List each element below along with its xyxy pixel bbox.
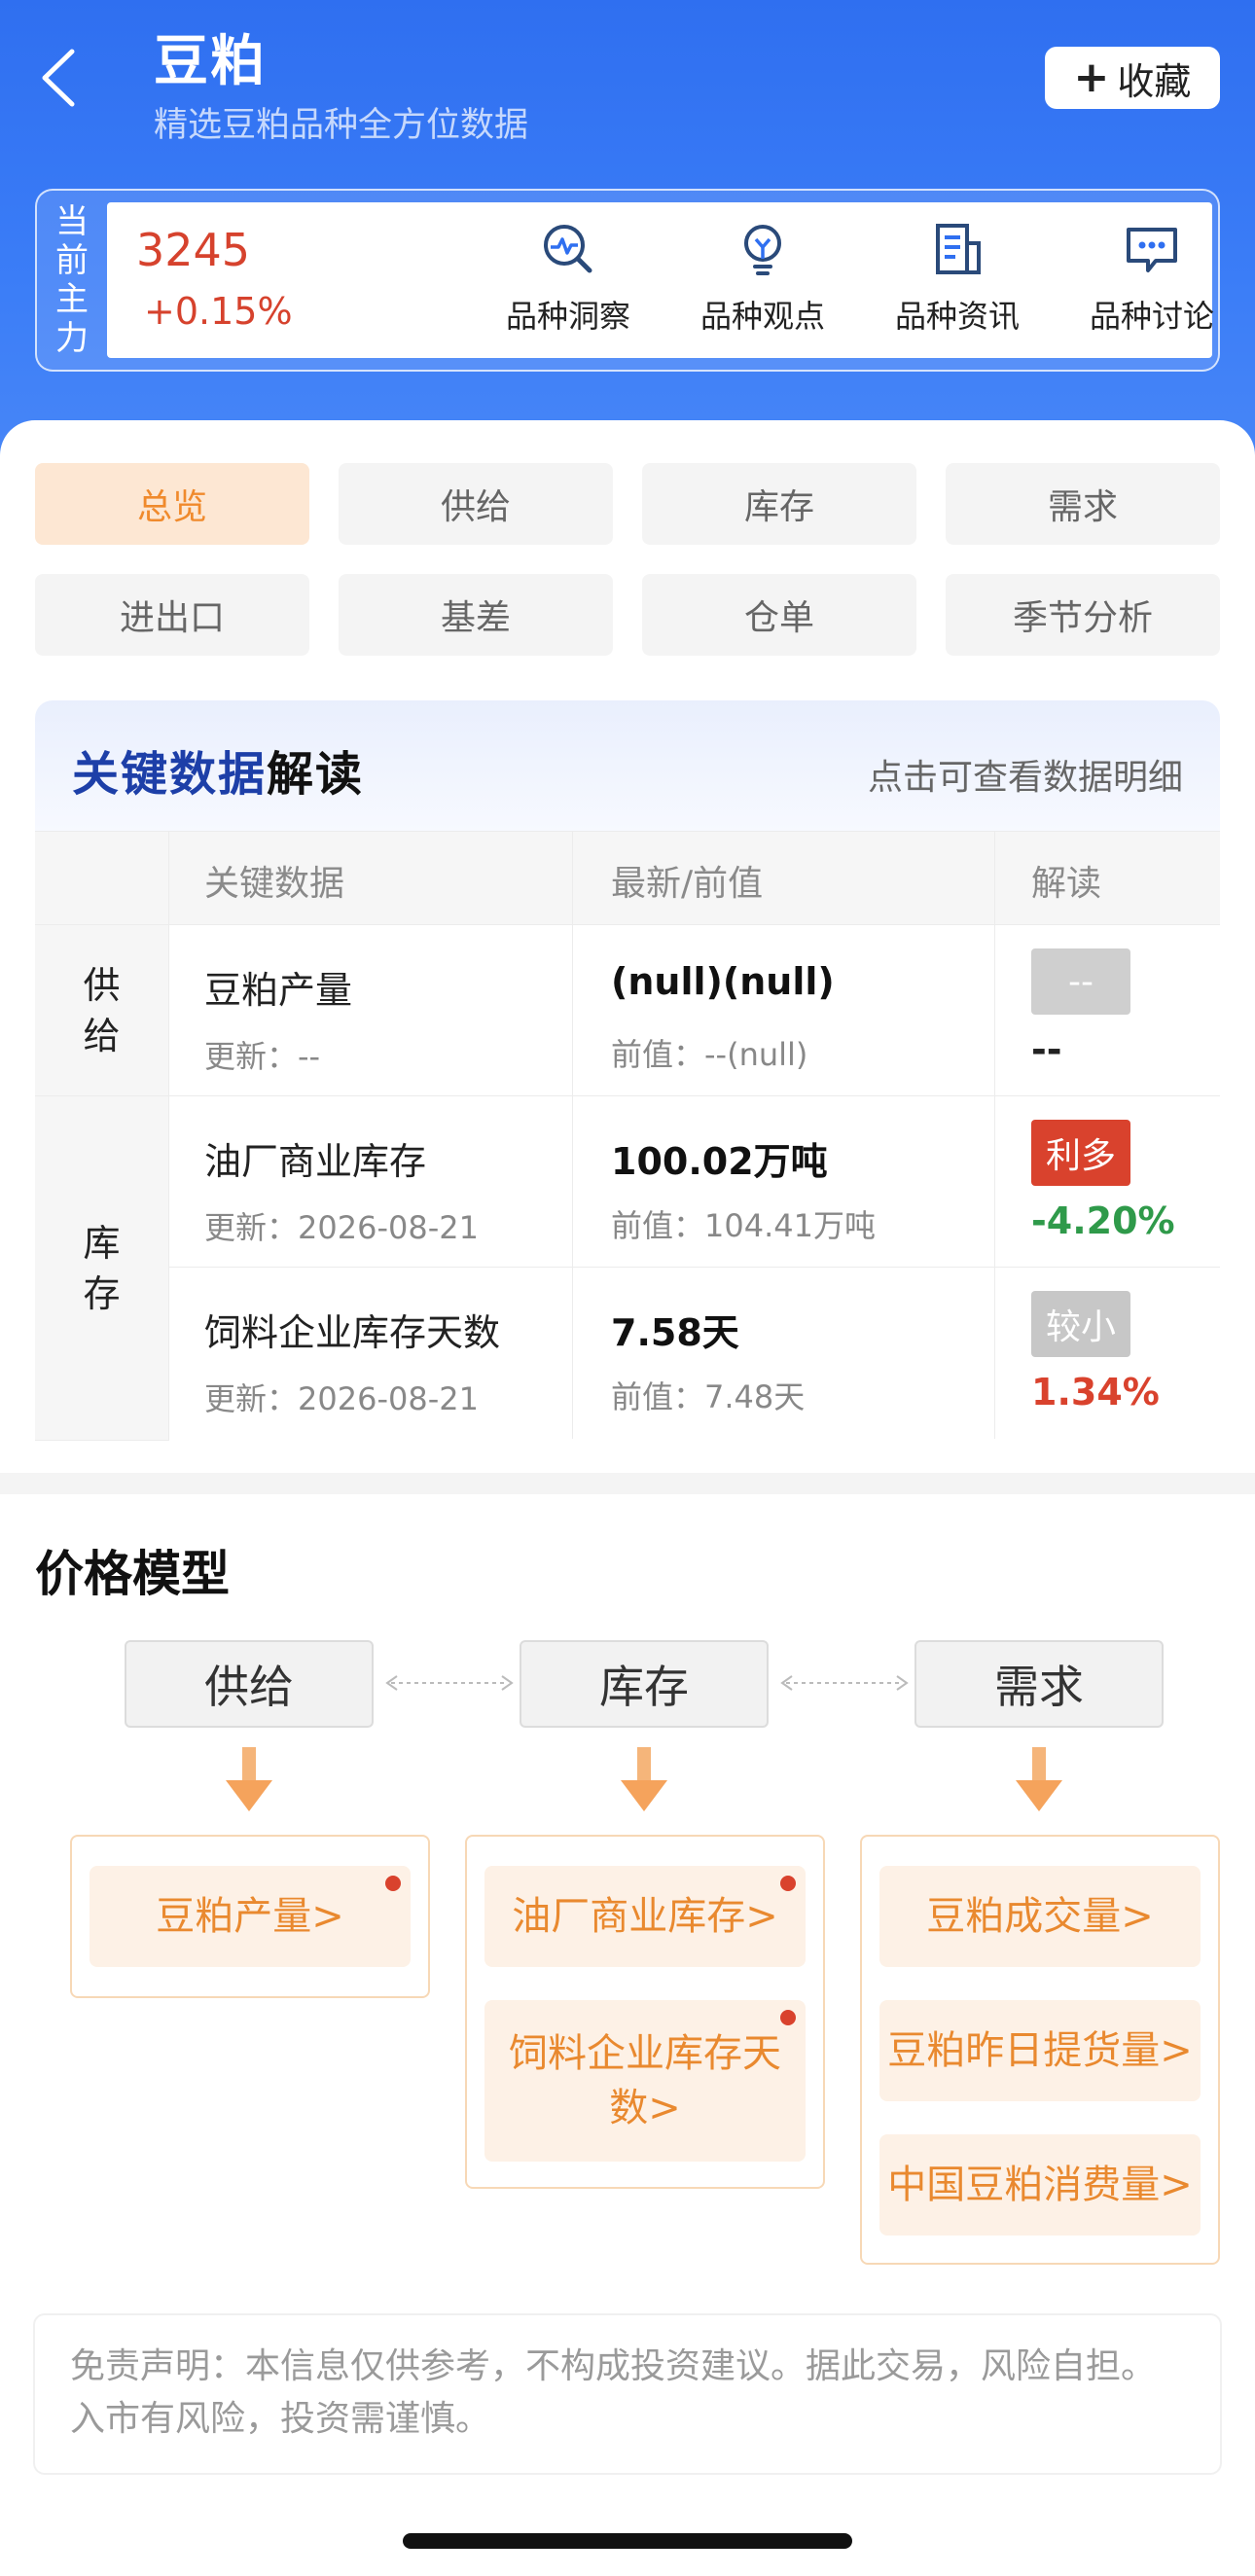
row-pct: 1.34% (1031, 1371, 1160, 1413)
page-subtitle: 精选豆粕品种全方位数据 (154, 106, 529, 145)
insight-label: 品种洞察 (505, 298, 630, 335)
row-pct: -4.20% (1031, 1199, 1175, 1242)
viewpoint-label: 品种观点 (699, 298, 825, 335)
group-supply: 供给 (35, 925, 169, 1096)
main-contract-tag: 当 前 主 力 (37, 191, 107, 370)
key-data-header[interactable]: 关键数据解读 点击可查看数据明细 (35, 700, 1220, 831)
demand-factors-box: 豆粕成交量> 豆粕昨日提货量> 中国豆粕消费量> (860, 1835, 1220, 2265)
table-row[interactable]: 豆粕产量 更新：-- (null)(null) 前值：--(null) -- -… (169, 925, 1220, 1096)
tag-char: 力 (55, 319, 89, 358)
arrow-down-icon (1016, 1747, 1062, 1811)
row-prev: 前值：104.41万吨 (611, 1207, 876, 1244)
tab-basis[interactable]: 基差 (339, 574, 613, 656)
key-data-title: 关键数据解读 (72, 747, 365, 802)
new-dot (385, 1876, 401, 1891)
table-row[interactable]: 饲料企业库存天数 更新：2026-08-21 7.58天 前值：7.48天 较小… (169, 1268, 1220, 1439)
row-name: 饲料企业库存天数 (204, 1311, 501, 1354)
row-updated: 更新：2026-08-21 (204, 1380, 479, 1417)
supply-factors-box: 豆粕产量> (70, 1835, 430, 1998)
main-contract-card: 当 前 主 力 3245 +0.15% 品种洞察 品种观点 品种资讯 品种讨论 (35, 189, 1220, 372)
row-tag: -- (1031, 948, 1130, 1015)
row-updated: 更新：-- (204, 1038, 321, 1075)
row-prev: 前值：7.48天 (611, 1378, 806, 1415)
header-interpretation: 解读 (1031, 864, 1102, 904)
view-details-link[interactable]: 点击可查看数据明细 (868, 749, 1183, 800)
tab-overview[interactable]: 总览 (35, 463, 309, 545)
price-change: +0.15% (144, 290, 293, 333)
quote-panel: 3245 +0.15% 品种洞察 品种观点 品种资讯 品种讨论 (107, 202, 1214, 358)
inventory-factors-box: 油厂商业库存> 饲料企业库存天数> (465, 1835, 825, 2189)
tag-char: 前 (55, 241, 89, 280)
row-prev: 前值：--(null) (611, 1036, 808, 1073)
chevron-left-icon (42, 49, 75, 107)
tab-warehouse-receipt[interactable]: 仓单 (642, 574, 916, 656)
arrow-down-icon (621, 1747, 667, 1811)
key-data-table: 关键数据 最新/前值 解读 供给 库存 豆粕产量 更新：-- (null)(nu… (35, 831, 1220, 1441)
section-divider (0, 1473, 1255, 1494)
news-label: 品种资讯 (894, 298, 1020, 335)
factor-link[interactable]: 中国豆粕消费量> (879, 2134, 1201, 2236)
discussion-label: 品种讨论 (1089, 298, 1214, 335)
favorite-button[interactable]: + 收藏 (1045, 47, 1220, 109)
back-button[interactable] (29, 39, 88, 117)
row-latest: 100.02万吨 (611, 1140, 828, 1183)
double-arrow-icon (780, 1675, 909, 1691)
row-name: 豆粕产量 (204, 969, 353, 1012)
row-updated: 更新：2026-08-21 (204, 1209, 479, 1246)
factor-link[interactable]: 豆粕昨日提货量> (879, 2000, 1201, 2101)
disclaimer: 免责声明：本信息仅供参考，不构成投资建议。据此交易，风险自担。入市有风险，投资需… (35, 2315, 1220, 2473)
chat-icon (1127, 228, 1177, 272)
row-tag: 利多 (1031, 1120, 1130, 1186)
factor-link[interactable]: 豆粕成交量> (879, 1866, 1201, 1967)
row-pct: -- (1031, 1028, 1062, 1071)
tab-import-export[interactable]: 进出口 (35, 574, 309, 656)
row-name: 油厂商业库存 (204, 1140, 427, 1183)
new-dot (780, 1876, 796, 1891)
insight-icon (544, 225, 592, 273)
bulb-icon (744, 225, 781, 275)
row-tag: 较小 (1031, 1291, 1130, 1357)
home-indicator[interactable] (403, 2533, 852, 2549)
news-icon (936, 224, 981, 274)
news-action[interactable]: 品种资讯 (870, 220, 1045, 346)
tab-seasonal-analysis[interactable]: 季节分析 (946, 574, 1220, 656)
factor-link[interactable]: 油厂商业库存> (484, 1866, 806, 1967)
model-node-inventory: 库存 (520, 1640, 769, 1728)
discussion-action[interactable]: 品种讨论 (1064, 220, 1239, 346)
favorite-label: 收藏 (1117, 59, 1192, 103)
tag-char: 当 (55, 202, 89, 241)
factor-link[interactable]: 饲料企业库存天数> (484, 2000, 806, 2162)
model-node-demand: 需求 (914, 1640, 1164, 1728)
group-inventory: 库存 (35, 1096, 169, 1441)
viewpoint-action[interactable]: 品种观点 (675, 220, 850, 346)
tab-demand[interactable]: 需求 (946, 463, 1220, 545)
header-key-data: 关键数据 (204, 864, 345, 904)
price-model-title: 价格模型 (35, 1546, 230, 1602)
arrow-down-icon (226, 1747, 272, 1811)
main-price: 3245 (136, 224, 251, 276)
table-row[interactable]: 油厂商业库存 更新：2026-08-21 100.02万吨 前值：104.41万… (169, 1096, 1220, 1268)
new-dot (780, 2010, 796, 2025)
tag-char: 主 (55, 280, 89, 319)
plus-icon: + (1073, 53, 1110, 102)
table-header: 关键数据 最新/前值 解读 (169, 832, 1220, 925)
row-latest: (null)(null) (611, 960, 835, 1003)
insight-action[interactable]: 品种洞察 (481, 220, 656, 346)
double-arrow-icon (385, 1675, 514, 1691)
factor-link[interactable]: 豆粕产量> (90, 1866, 411, 1967)
row-latest: 7.58天 (611, 1311, 739, 1354)
tab-inventory[interactable]: 库存 (642, 463, 916, 545)
table-header-blank (35, 832, 169, 925)
model-node-supply: 供给 (125, 1640, 374, 1728)
page-title: 豆粕 (154, 30, 267, 93)
header-latest-prev: 最新/前值 (611, 864, 764, 904)
tab-supply[interactable]: 供给 (339, 463, 613, 545)
